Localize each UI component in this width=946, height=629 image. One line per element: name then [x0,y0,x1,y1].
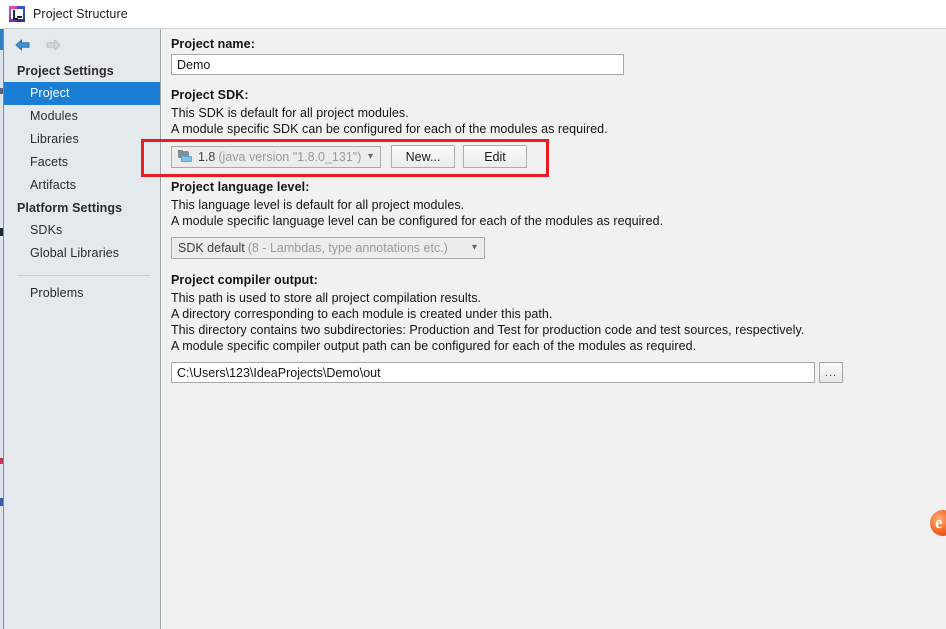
sidebar-item-sdks[interactable]: SDKs [4,219,160,242]
jdk-icon [178,150,193,163]
sidebar-heading-platform-settings: Platform Settings [17,201,123,215]
corner-badge-glyph: e [935,513,943,532]
language-level-detail: (8 - Lambdas, type annotations etc.) [247,241,448,255]
sidebar-item-artifacts[interactable]: Artifacts [4,174,160,197]
project-sdk-java-version: (java version "1.8.0_131") [218,149,362,164]
language-level-label: Project language level: [171,180,310,194]
sidebar-item-facets[interactable]: Facets [4,151,160,174]
project-sdk-row: 1.8 (java version "1.8.0_131") ▾ New... … [171,145,946,168]
compiler-output-row: C:\Users\123\IdeaProjects\Demo\out ... [171,362,946,383]
compiler-output-input[interactable]: C:\Users\123\IdeaProjects\Demo\out [171,362,815,383]
project-sdk-label: Project SDK: [171,88,249,102]
edit-sdk-button[interactable]: Edit [463,145,527,168]
compiler-output-description-3: This directory contains two subdirectori… [171,323,805,337]
sidebar-item-project[interactable]: Project [4,82,160,105]
project-name-value: Demo [177,57,211,72]
compiler-output-value: C:\Users\123\IdeaProjects\Demo\out [177,365,381,380]
language-level-value: SDK default [178,241,245,255]
window-title: Project Structure [33,7,128,21]
compiler-output-description-2: A directory corresponding to each module… [171,307,553,321]
sidebar-heading-project-settings: Project Settings [17,64,114,78]
project-name-label: Project name: [171,37,255,51]
chevron-down-icon: ▾ [367,150,373,162]
project-sdk-description-2: A module specific SDK can be configured … [171,122,608,136]
settings-sidebar: Project Settings Project Modules Librari… [4,29,161,629]
sidebar-item-modules[interactable]: Modules [4,105,160,128]
compiler-output-description-4: A module specific compiler output path c… [171,339,697,353]
compiler-output-label: Project compiler output: [171,273,318,287]
title-bar: Project Structure [0,0,946,29]
compiler-output-description-1: This path is used to store all project c… [171,291,482,305]
project-sdk-version: 1.8 [198,149,216,164]
new-sdk-button[interactable]: New... [391,145,455,168]
back-arrow-icon[interactable] [12,34,34,56]
language-level-description-2: A module specific language level can be … [171,214,664,228]
language-level-description-1: This language level is default for all p… [171,198,465,212]
intellij-idea-icon [9,6,25,22]
language-level-combo[interactable]: SDK default (8 - Lambdas, type annotatio… [171,237,485,259]
sidebar-item-problems[interactable]: Problems [4,276,160,305]
project-structure-dialog: Project Structure Project Settings Proje… [0,0,946,629]
browse-button[interactable]: ... [819,362,843,383]
sidebar-item-libraries[interactable]: Libraries [4,128,160,151]
project-sdk-description-1: This SDK is default for all project modu… [171,106,409,120]
chevron-down-icon: ▾ [471,242,477,253]
sidebar-item-global-libraries[interactable]: Global Libraries [4,242,160,265]
project-sdk-combo[interactable]: 1.8 (java version "1.8.0_131") ▾ [171,145,381,168]
sidebar-navigation-bar [4,29,160,60]
forward-arrow-icon[interactable] [42,34,64,56]
project-name-input[interactable]: Demo [171,54,624,75]
project-settings-panel: Project name: Demo Project SDK: This SDK… [162,29,946,629]
